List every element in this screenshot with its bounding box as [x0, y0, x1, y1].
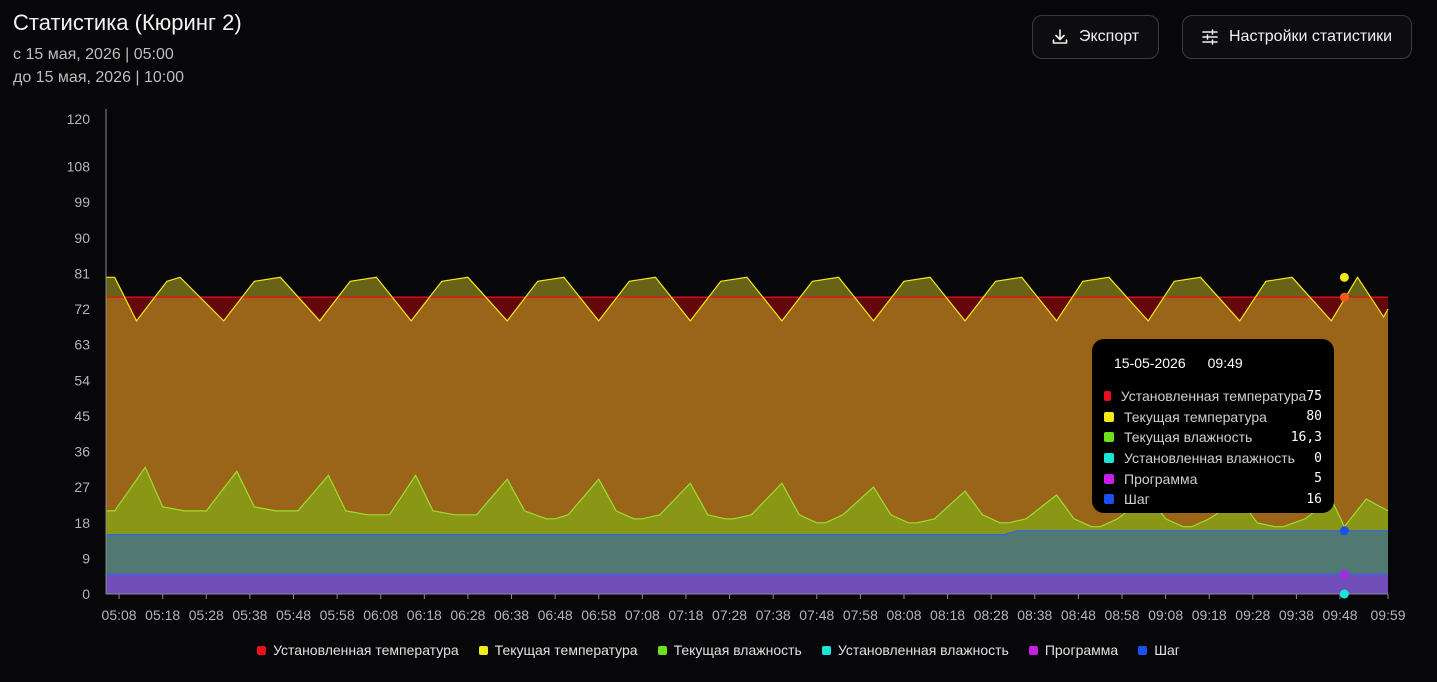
tooltip-label: Программа — [1124, 470, 1198, 487]
x-tick-label: 08:48 — [1061, 607, 1096, 623]
y-tick-label: 72 — [74, 301, 90, 317]
tooltip-row: Текущая температура 80 — [1104, 407, 1322, 428]
hover-marker — [1339, 292, 1349, 302]
x-tick-label: 09:08 — [1148, 607, 1183, 623]
x-tick-label: 05:38 — [232, 607, 267, 623]
x-tick-label: 07:58 — [843, 607, 878, 623]
y-tick-label: 0 — [82, 586, 90, 602]
x-tick-label: 06:18 — [407, 607, 442, 623]
tooltip-label: Установленная температура — [1120, 388, 1307, 405]
series-area — [106, 574, 1388, 594]
tooltip-value: 16,3 — [1290, 429, 1322, 445]
legend-label: Установленная влажность — [837, 642, 1009, 658]
tooltip-label: Шаг — [1124, 491, 1150, 508]
y-tick-label: 27 — [74, 479, 90, 495]
hover-marker — [1339, 272, 1349, 282]
chart-tooltip: 15-05-2026 09:49 Установленная температу… — [1092, 339, 1334, 513]
chart-legend: Установленная температура Текущая темпера… — [0, 642, 1437, 658]
legend-swatch — [657, 645, 667, 655]
x-tick-label: 06:38 — [494, 607, 529, 623]
tooltip-row: Программа 5 — [1104, 468, 1322, 489]
legend-item[interactable]: Текущая температура — [478, 642, 638, 658]
legend-item[interactable]: Установленная влажность — [821, 642, 1009, 658]
y-tick-label: 54 — [74, 372, 90, 388]
x-tick-label: 08:18 — [930, 607, 965, 623]
y-tick-label: 108 — [67, 159, 91, 175]
x-tick-label: 07:18 — [668, 607, 703, 623]
y-tick-label: 63 — [74, 337, 90, 353]
legend-swatch — [257, 645, 267, 655]
legend-label: Программа — [1044, 642, 1119, 658]
x-tick-label: 08:38 — [1017, 607, 1052, 623]
tooltip-row: Установленная влажность 0 — [1104, 448, 1322, 469]
tooltip-swatch — [1104, 494, 1114, 505]
x-tick-label: 08:58 — [1104, 607, 1139, 623]
tooltip-date: 15-05-2026 — [1114, 355, 1186, 371]
y-tick-label: 45 — [74, 408, 90, 424]
x-tick-label: 09:59 — [1370, 607, 1405, 623]
x-tick-label: 07:48 — [799, 607, 834, 623]
legend-swatch — [821, 645, 831, 655]
y-tick-label: 9 — [82, 550, 90, 566]
tooltip-label: Текущая температура — [1124, 408, 1267, 425]
legend-label: Шаг — [1154, 642, 1180, 658]
legend-swatch — [1138, 645, 1148, 655]
x-tick-label: 05:08 — [102, 607, 137, 623]
x-tick-label: 09:48 — [1323, 607, 1358, 623]
tooltip-label: Установленная влажность — [1124, 450, 1295, 467]
x-tick-label: 06:48 — [538, 607, 573, 623]
x-tick-label: 05:28 — [189, 607, 224, 623]
legend-label: Текущая влажность — [673, 642, 802, 658]
y-tick-label: 18 — [74, 515, 90, 531]
hover-marker — [1339, 589, 1349, 599]
legend-swatch — [478, 645, 488, 655]
x-tick-label: 09:28 — [1235, 607, 1270, 623]
tooltip-swatch — [1104, 411, 1114, 422]
y-tick-label: 99 — [74, 194, 90, 210]
x-tick-label: 08:08 — [886, 607, 921, 623]
tooltip-value: 5 — [1314, 471, 1322, 487]
x-tick-label: 07:28 — [712, 607, 747, 623]
tooltip-row: Шаг 16 — [1104, 489, 1322, 510]
y-tick-label: 90 — [74, 230, 90, 246]
legend-item[interactable]: Текущая влажность — [657, 642, 802, 658]
legend-item[interactable]: Программа — [1028, 642, 1119, 658]
tooltip-row: Текущая влажность 16,3 — [1104, 427, 1322, 448]
tooltip-swatch — [1104, 453, 1114, 464]
legend-label: Текущая температура — [494, 642, 638, 658]
y-tick-label: 120 — [67, 111, 91, 127]
hover-marker — [1339, 526, 1349, 536]
legend-swatch — [1028, 645, 1038, 655]
y-tick-label: 36 — [74, 444, 90, 460]
x-tick-label: 05:48 — [276, 607, 311, 623]
tooltip-value: 75 — [1306, 388, 1322, 404]
statistics-chart[interactable]: 091827364554637281909910812005:08 05:18 05… — [0, 0, 1437, 640]
x-tick-label: 07:08 — [625, 607, 660, 623]
tooltip-value: 0 — [1314, 450, 1322, 466]
legend-label: Установленная температура — [273, 642, 459, 658]
tooltip-swatch — [1104, 432, 1114, 443]
tooltip-swatch — [1104, 473, 1114, 484]
x-tick-label: 09:38 — [1279, 607, 1314, 623]
x-tick-label: 05:58 — [320, 607, 355, 623]
tooltip-time: 09:49 — [1207, 355, 1243, 371]
y-tick-label: 81 — [74, 265, 90, 281]
legend-item[interactable]: Шаг — [1138, 642, 1180, 658]
x-tick-label: 06:28 — [450, 607, 485, 623]
x-tick-label: 09:18 — [1192, 607, 1227, 623]
tooltip-label: Текущая влажность — [1124, 429, 1253, 446]
legend-item[interactable]: Установленная температура — [257, 642, 459, 658]
tooltip-value: 80 — [1306, 409, 1322, 425]
x-tick-label: 05:18 — [145, 607, 180, 623]
x-tick-label: 06:58 — [581, 607, 616, 623]
tooltip-row: Установленная температура 75 — [1104, 386, 1322, 407]
x-tick-label: 07:38 — [756, 607, 791, 623]
tooltip-swatch — [1104, 391, 1111, 402]
x-tick-label: 08:28 — [974, 607, 1009, 623]
tooltip-value: 16 — [1306, 491, 1322, 507]
hover-marker — [1339, 569, 1349, 579]
x-tick-label: 06:08 — [363, 607, 398, 623]
